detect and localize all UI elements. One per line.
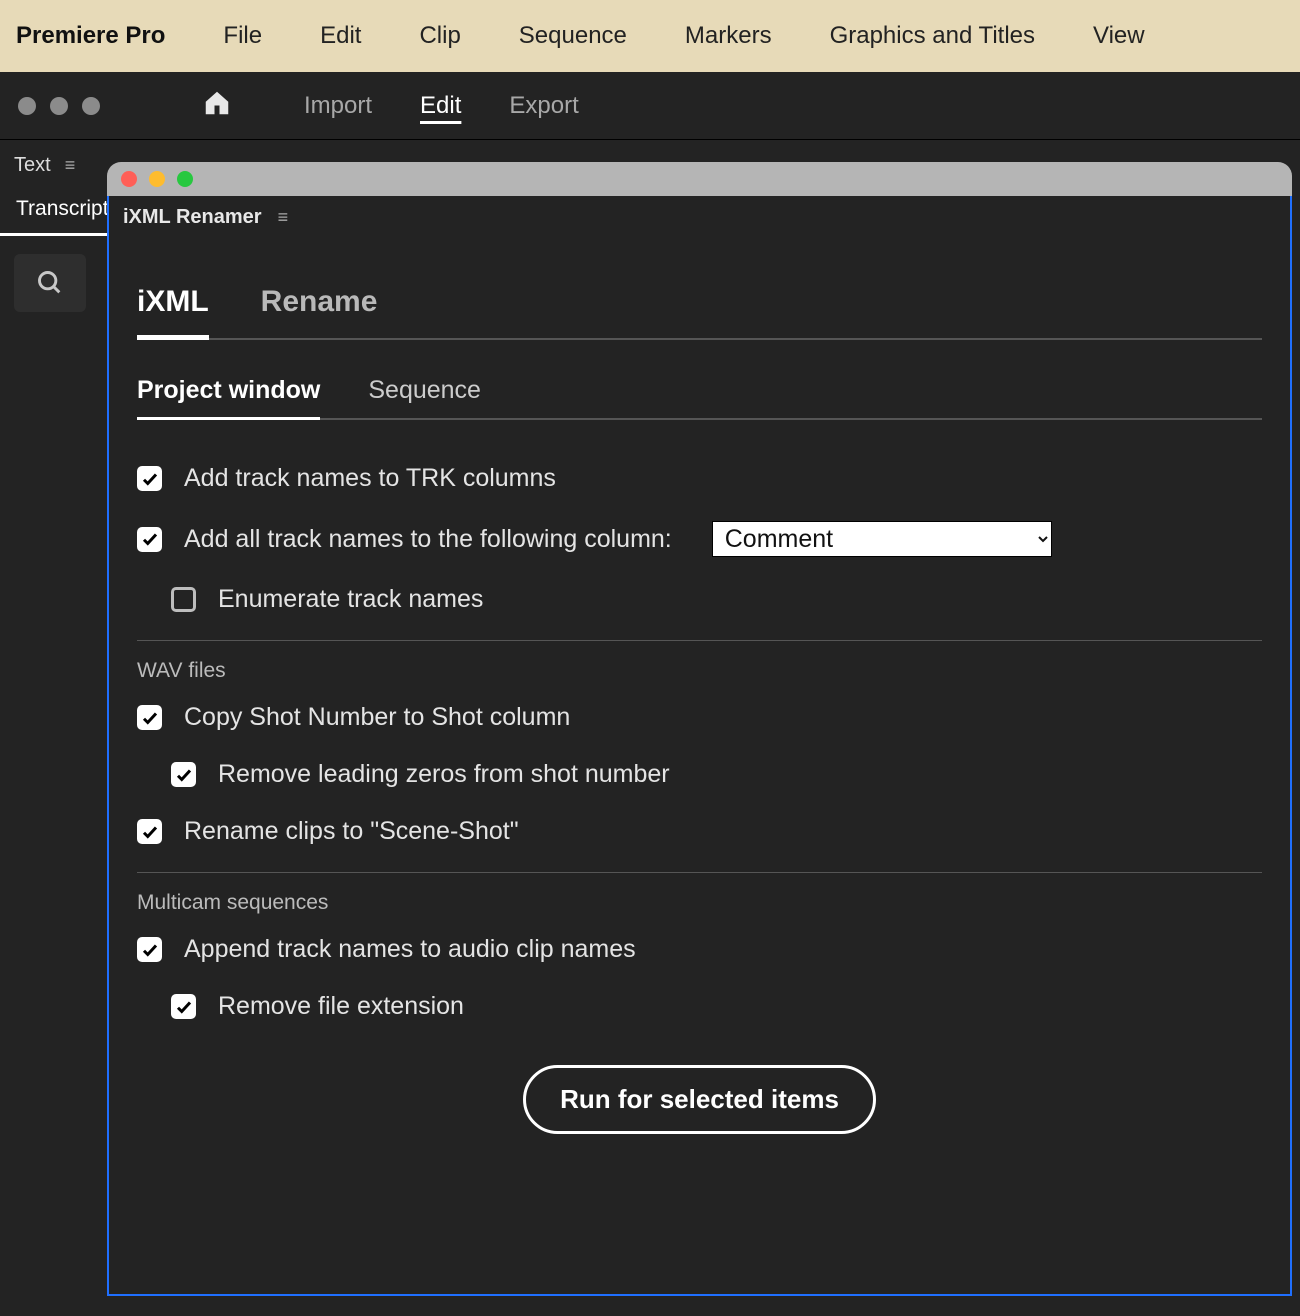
panel-menu-icon[interactable]: ≡: [65, 155, 80, 176]
label-append-track: Append track names to audio clip names: [184, 935, 636, 964]
divider: [137, 640, 1262, 641]
ixml-renamer-window: iXML Renamer ≡ iXML Rename Project windo…: [107, 162, 1292, 1296]
run-button[interactable]: Run for selected items: [523, 1065, 876, 1134]
tab-sequence[interactable]: Sequence: [368, 376, 481, 418]
search-input[interactable]: [14, 254, 86, 312]
menu-markers[interactable]: Markers: [685, 22, 772, 50]
checkbox-copy-shot[interactable]: [137, 705, 162, 730]
menu-clip[interactable]: Clip: [419, 22, 460, 50]
close-icon[interactable]: [121, 171, 137, 187]
label-enumerate: Enumerate track names: [218, 585, 483, 614]
minimize-icon[interactable]: [149, 171, 165, 187]
label-add-trk: Add track names to TRK columns: [184, 464, 556, 493]
window-dot[interactable]: [82, 97, 100, 115]
window-dot[interactable]: [18, 97, 36, 115]
panel-title: Text: [14, 154, 51, 177]
panel-menu-icon[interactable]: ≡: [278, 207, 293, 228]
label-rename-clips: Rename clips to "Scene-Shot": [184, 817, 519, 846]
divider: [137, 872, 1262, 873]
menu-graphics-titles[interactable]: Graphics and Titles: [830, 22, 1035, 50]
section-wav: WAV files: [137, 659, 1262, 683]
tab-rename[interactable]: Rename: [261, 265, 378, 338]
app-name: Premiere Pro: [16, 22, 165, 50]
label-remove-zeros: Remove leading zeros from shot number: [218, 760, 670, 789]
checkbox-add-trk[interactable]: [137, 466, 162, 491]
home-icon[interactable]: [200, 88, 234, 123]
workspace-tabs: Import Edit Export: [304, 92, 579, 120]
window-dot[interactable]: [50, 97, 68, 115]
checkbox-remove-zeros[interactable]: [171, 762, 196, 787]
checkbox-remove-ext[interactable]: [171, 994, 196, 1019]
column-select[interactable]: Comment: [712, 521, 1052, 557]
checkbox-append-track[interactable]: [137, 937, 162, 962]
menu-file[interactable]: File: [223, 22, 262, 50]
window-controls[interactable]: [18, 97, 100, 115]
checkbox-add-all[interactable]: [137, 527, 162, 552]
menu-edit[interactable]: Edit: [320, 22, 361, 50]
app-chrome: Import Edit Export: [0, 72, 1300, 140]
tab-edit[interactable]: Edit: [420, 92, 461, 120]
section-multicam: Multicam sequences: [137, 891, 1262, 915]
menu-sequence[interactable]: Sequence: [519, 22, 627, 50]
label-copy-shot: Copy Shot Number to Shot column: [184, 703, 570, 732]
os-menubar: Premiere Pro File Edit Clip Sequence Mar…: [0, 0, 1300, 72]
maximize-icon[interactable]: [177, 171, 193, 187]
dialog-title: iXML Renamer: [123, 206, 262, 229]
tab-transcript[interactable]: Transcript: [0, 187, 125, 236]
label-remove-ext: Remove file extension: [218, 992, 464, 1021]
dialog-titlebar: [107, 162, 1292, 196]
menu-view[interactable]: View: [1093, 22, 1145, 50]
tab-export[interactable]: Export: [509, 92, 578, 120]
tab-ixml[interactable]: iXML: [137, 265, 209, 340]
label-add-all: Add all track names to the following col…: [184, 525, 672, 554]
primary-tabs: iXML Rename: [137, 265, 1262, 340]
secondary-tabs: Project window Sequence: [137, 376, 1262, 420]
tab-project-window[interactable]: Project window: [137, 376, 320, 420]
tab-import[interactable]: Import: [304, 92, 372, 120]
checkbox-enumerate[interactable]: [171, 587, 196, 612]
checkbox-rename-clips[interactable]: [137, 819, 162, 844]
